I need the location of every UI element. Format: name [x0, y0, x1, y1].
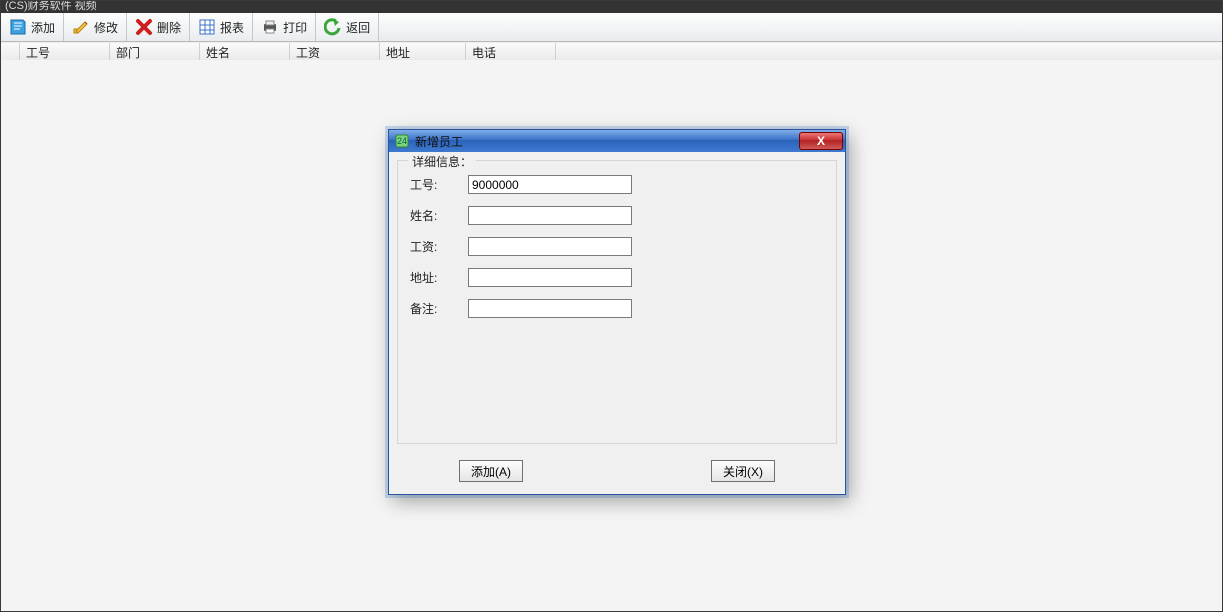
- toolbar-add-label: 添加: [31, 19, 55, 36]
- dialog-titlebar[interactable]: 24 新增员工 X: [389, 130, 845, 152]
- main-toolbar: 添加 修改 删除 报表 打印 返回: [1, 13, 1222, 42]
- grid-col-emp-id[interactable]: 工号: [20, 43, 110, 61]
- details-legend: 详细信息：: [408, 153, 476, 170]
- toolbar-back-label: 返回: [346, 19, 370, 36]
- grid-col-salary[interactable]: 工资: [290, 43, 380, 61]
- add-employee-dialog: 24 新增员工 X 详细信息： 工号: 姓名: 工资: 地址:: [388, 129, 846, 495]
- toolbar-delete-button[interactable]: 删除: [127, 13, 190, 41]
- emp-id-label: 工号:: [410, 176, 468, 193]
- address-field[interactable]: [468, 268, 632, 287]
- dialog-close-button[interactable]: X: [799, 132, 843, 150]
- toolbar-add-button[interactable]: 添加: [1, 13, 64, 41]
- salary-field[interactable]: [468, 237, 632, 256]
- back-icon: [324, 18, 342, 36]
- dialog-app-icon: 24: [395, 134, 409, 148]
- toolbar-back-button[interactable]: 返回: [316, 13, 379, 41]
- svg-text:24: 24: [397, 136, 407, 146]
- name-field[interactable]: [468, 206, 632, 225]
- notes-label: 备注:: [410, 300, 468, 317]
- report-icon: [198, 18, 216, 36]
- toolbar-print-button[interactable]: 打印: [253, 13, 316, 41]
- toolbar-print-label: 打印: [283, 19, 307, 36]
- employee-grid: 工号 部门 姓名 工资 地址 电话: [1, 42, 1222, 62]
- print-icon: [261, 18, 279, 36]
- main-window-title: (CS)财务软件 视频: [5, 1, 97, 12]
- grid-col-name[interactable]: 姓名: [200, 43, 290, 61]
- notes-field[interactable]: [468, 299, 632, 318]
- close-icon: X: [817, 134, 825, 148]
- grid-col-address[interactable]: 地址: [380, 43, 466, 61]
- toolbar-report-button[interactable]: 报表: [190, 13, 253, 41]
- toolbar-delete-label: 删除: [157, 19, 181, 36]
- address-label: 地址:: [410, 269, 468, 286]
- dialog-add-button[interactable]: 添加(A): [459, 460, 523, 482]
- salary-label: 工资:: [410, 238, 468, 255]
- grid-header-row: 工号 部门 姓名 工资 地址 电话: [1, 42, 1222, 61]
- add-icon: [9, 18, 27, 36]
- name-label: 姓名:: [410, 207, 468, 224]
- delete-icon: [135, 18, 153, 36]
- toolbar-edit-button[interactable]: 修改: [64, 13, 127, 41]
- details-groupbox: 详细信息： 工号: 姓名: 工资: 地址: 备注:: [397, 160, 837, 444]
- grid-row-selector-header[interactable]: [1, 43, 20, 61]
- grid-col-dept[interactable]: 部门: [110, 43, 200, 61]
- emp-id-field[interactable]: [468, 175, 632, 194]
- dialog-close-button2[interactable]: 关闭(X): [711, 460, 775, 482]
- toolbar-edit-label: 修改: [94, 19, 118, 36]
- toolbar-report-label: 报表: [220, 19, 244, 36]
- dialog-title: 新增员工: [415, 133, 463, 150]
- main-window-titlebar: (CS)财务软件 视频: [1, 1, 1222, 13]
- grid-col-phone[interactable]: 电话: [466, 43, 556, 61]
- edit-icon: [72, 18, 90, 36]
